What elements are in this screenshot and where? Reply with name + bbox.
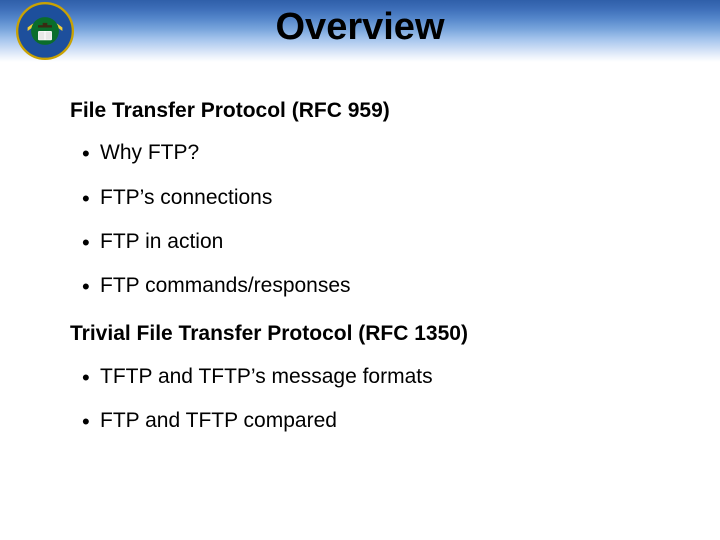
bullet-list-1: TFTP and TFTP’s message formats FTP and … (70, 364, 680, 435)
list-item: TFTP and TFTP’s message formats (100, 364, 680, 390)
bullet-list-0: Why FTP? FTP’s connections FTP in action… (70, 140, 680, 299)
list-item: FTP and TFTP compared (100, 408, 680, 434)
list-item: FTP commands/responses (100, 273, 680, 299)
slide-content: File Transfer Protocol (RFC 959) Why FTP… (70, 92, 680, 452)
list-item: Why FTP? (100, 140, 680, 166)
slide: Overview File Transfer Protocol (RFC 959… (0, 0, 720, 540)
section-heading-1: Trivial File Transfer Protocol (RFC 1350… (70, 321, 680, 347)
list-item: FTP’s connections (100, 185, 680, 211)
list-item: FTP in action (100, 229, 680, 255)
section-heading-0: File Transfer Protocol (RFC 959) (70, 98, 680, 124)
slide-title: Overview (0, 6, 720, 49)
